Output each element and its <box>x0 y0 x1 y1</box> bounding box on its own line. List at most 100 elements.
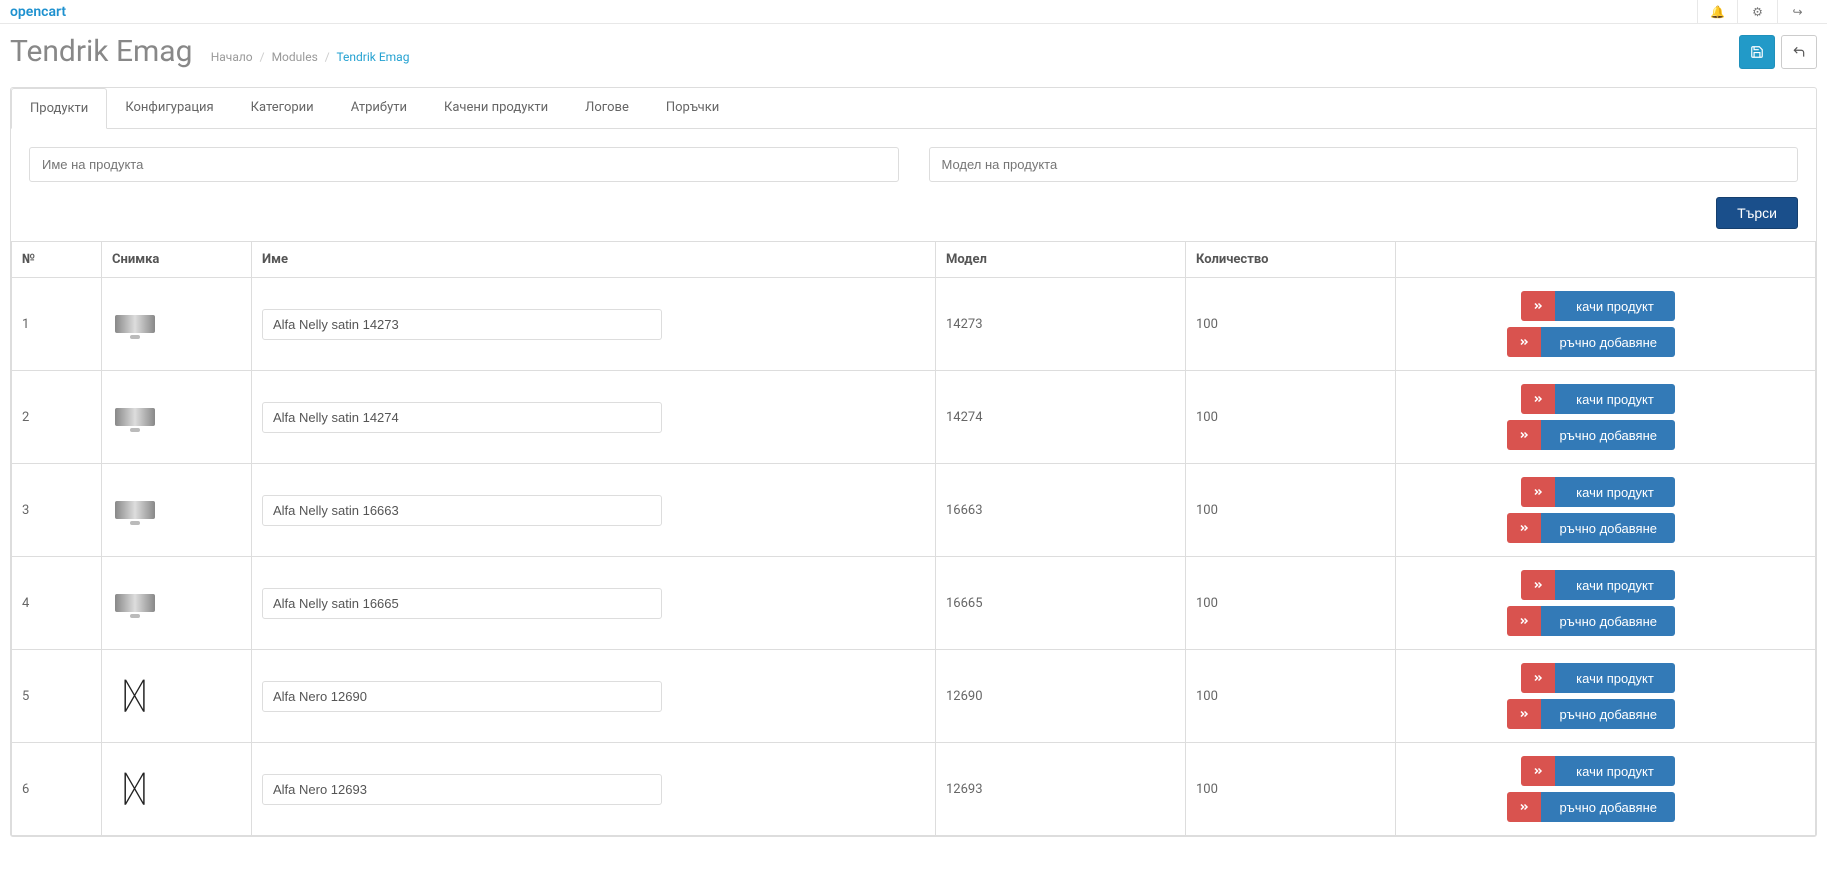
upload-product-button[interactable]: качи продукт <box>1521 291 1675 321</box>
chevrons-right-icon <box>1521 756 1555 786</box>
upload-label: качи продукт <box>1555 477 1675 507</box>
logout-icon[interactable]: ↪ <box>1777 0 1817 24</box>
tab-0[interactable]: Продукти <box>11 88 107 129</box>
chevrons-right-icon <box>1521 291 1555 321</box>
breadcrumb: Начало / Modules / Tendrik Emag <box>211 50 410 64</box>
cell-image <box>102 278 252 371</box>
chevrons-right-icon <box>1521 384 1555 414</box>
manual-add-button[interactable]: ръчно добавяне <box>1507 420 1675 450</box>
upload-product-button[interactable]: качи продукт <box>1521 477 1675 507</box>
cell-num: 3 <box>12 464 102 557</box>
breadcrumb-modules[interactable]: Modules <box>272 50 318 64</box>
product-name-input[interactable] <box>262 681 662 712</box>
cell-qty: 100 <box>1186 464 1396 557</box>
table-row: 3 16663100 качи продукт ръчно добавяне <box>12 464 1816 557</box>
table-row: 5ᛞ 12690100 качи продукт ръчно добавяне <box>12 650 1816 743</box>
breadcrumb-home[interactable]: Начало <box>211 50 253 64</box>
product-thumb <box>115 408 155 426</box>
cell-actions: качи продукт ръчно добавяне <box>1396 650 1816 743</box>
col-header-image: Снимка <box>102 242 252 278</box>
cell-model: 14273 <box>936 278 1186 371</box>
back-button[interactable] <box>1781 35 1817 69</box>
chevrons-right-icon <box>1507 792 1541 822</box>
manual-add-button[interactable]: ръчно добавяне <box>1507 327 1675 357</box>
cell-actions: качи продукт ръчно добавяне <box>1396 464 1816 557</box>
tab-5[interactable]: Логове <box>567 88 648 128</box>
upload-label: качи продукт <box>1555 663 1675 693</box>
settings-icon[interactable]: ⚙ <box>1737 0 1777 24</box>
chevrons-right-icon <box>1521 477 1555 507</box>
cell-qty: 100 <box>1186 371 1396 464</box>
col-header-num: № <box>12 242 102 278</box>
product-name-input[interactable] <box>262 495 662 526</box>
cell-model: 16665 <box>936 557 1186 650</box>
upload-product-button[interactable]: качи продукт <box>1521 663 1675 693</box>
product-name-input[interactable] <box>262 588 662 619</box>
chevrons-right-icon <box>1521 663 1555 693</box>
manual-add-button[interactable]: ръчно добавяне <box>1507 792 1675 822</box>
cell-image: ᛞ <box>102 650 252 743</box>
cell-num: 5 <box>12 650 102 743</box>
upload-label: качи продукт <box>1555 291 1675 321</box>
table-row: 114273100качи продуктръчно добавяне <box>12 278 1816 371</box>
notifications-icon[interactable]: 🔔 <box>1697 0 1737 24</box>
cell-name <box>252 278 936 371</box>
upload-product-button[interactable]: качи продукт <box>1521 384 1675 414</box>
breadcrumb-current[interactable]: Tendrik Emag <box>336 50 409 64</box>
chevrons-right-icon <box>1507 327 1541 357</box>
chevrons-right-icon <box>1521 570 1555 600</box>
product-thumb: ᛞ <box>124 678 146 714</box>
chevrons-right-icon <box>1507 420 1541 450</box>
page-title: Tendrik Emag <box>10 34 192 69</box>
product-name-input[interactable] <box>262 774 662 805</box>
upload-product-button[interactable]: качи продукт <box>1521 756 1675 786</box>
upload-label: качи продукт <box>1555 756 1675 786</box>
brand-logo: opencart <box>10 4 66 20</box>
tab-3[interactable]: Атрибути <box>333 88 426 128</box>
tab-6[interactable]: Поръчки <box>648 88 738 128</box>
cell-num: 4 <box>12 557 102 650</box>
tab-4[interactable]: Качени продукти <box>426 88 567 128</box>
cell-image <box>102 464 252 557</box>
cell-qty: 100 <box>1186 650 1396 743</box>
chevrons-right-icon <box>1507 513 1541 543</box>
filter-model-input[interactable] <box>929 147 1799 182</box>
cell-name <box>252 743 936 836</box>
cell-image <box>102 371 252 464</box>
manual-add-button[interactable]: ръчно добавяне <box>1507 513 1675 543</box>
save-icon <box>1750 45 1764 59</box>
col-header-qty: Количество <box>1186 242 1396 278</box>
search-button[interactable]: Търси <box>1716 197 1798 229</box>
cell-model: 14274 <box>936 371 1186 464</box>
cell-num: 6 <box>12 743 102 836</box>
filter-name-input[interactable] <box>29 147 899 182</box>
back-icon <box>1792 45 1806 59</box>
product-thumb: ᛞ <box>124 771 146 807</box>
manual-label: ръчно добавяне <box>1541 513 1675 543</box>
product-thumb <box>115 501 155 519</box>
col-header-actions <box>1396 242 1816 278</box>
cell-image: ᛞ <box>102 743 252 836</box>
upload-label: качи продукт <box>1555 570 1675 600</box>
cell-model: 16663 <box>936 464 1186 557</box>
cell-name <box>252 464 936 557</box>
upload-product-button[interactable]: качи продукт <box>1521 570 1675 600</box>
upload-label: качи продукт <box>1555 384 1675 414</box>
cell-num: 2 <box>12 371 102 464</box>
tab-1[interactable]: Конфигурация <box>107 88 232 128</box>
product-name-input[interactable] <box>262 309 662 340</box>
manual-label: ръчно добавяне <box>1541 420 1675 450</box>
manual-add-button[interactable]: ръчно добавяне <box>1507 699 1675 729</box>
col-header-model: Модел <box>936 242 1186 278</box>
cell-qty: 100 <box>1186 557 1396 650</box>
manual-label: ръчно добавяне <box>1541 699 1675 729</box>
manual-add-button[interactable]: ръчно добавяне <box>1507 606 1675 636</box>
cell-name <box>252 557 936 650</box>
chevrons-right-icon <box>1507 699 1541 729</box>
col-header-name: Име <box>252 242 936 278</box>
cell-model: 12690 <box>936 650 1186 743</box>
save-button[interactable] <box>1739 35 1775 69</box>
tab-2[interactable]: Категории <box>233 88 333 128</box>
manual-label: ръчно добавяне <box>1541 327 1675 357</box>
product-name-input[interactable] <box>262 402 662 433</box>
